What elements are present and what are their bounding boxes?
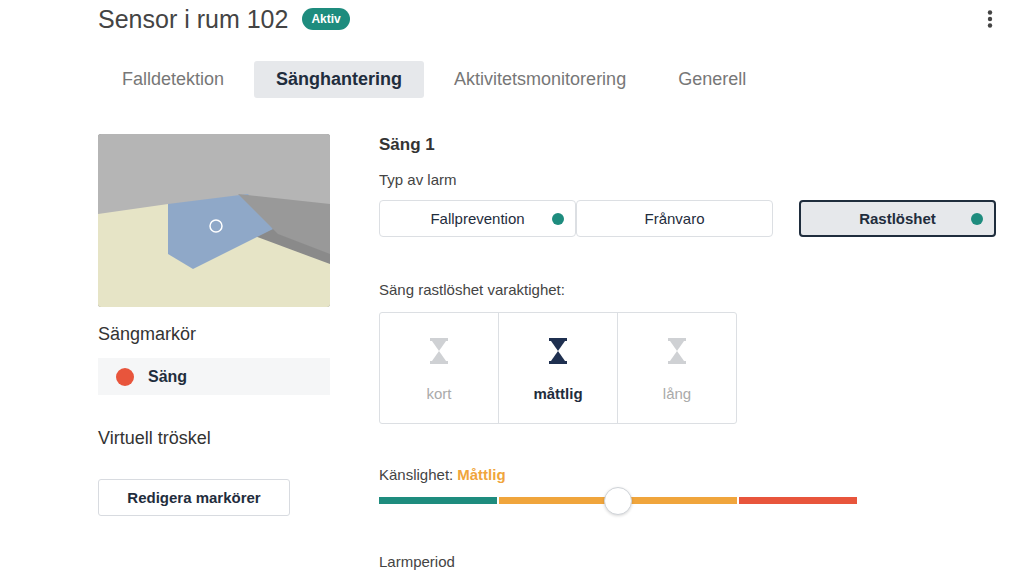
marker-dot: [116, 368, 134, 386]
bed-title: Säng 1: [379, 135, 1000, 155]
duration-options: kortmåttliglång: [379, 312, 737, 424]
enabled-dot: [552, 213, 564, 225]
bed-marker-item[interactable]: Säng: [98, 358, 330, 395]
track-segment: [739, 497, 857, 504]
track-segment: [619, 497, 737, 504]
hourglass-icon: [428, 337, 450, 365]
track-segment: [379, 497, 497, 504]
alarm-period-label: Larmperiod: [379, 553, 1000, 570]
tab[interactable]: Aktivitetsmonitorering: [432, 61, 648, 98]
bed-marker-title: Sängmarkör: [98, 324, 330, 345]
threshold-title: Virtuell tröskel: [98, 428, 330, 449]
sensor-settings-page: Sensor i rum 102 Aktiv FalldetektionSängha…: [0, 0, 1024, 579]
right-column: Säng 1 Typ av larm FallpreventionFrånvaro R…: [379, 134, 1024, 570]
left-column: Sängmarkör Säng Virtuell tröskel Redigera m…: [98, 134, 330, 570]
duration-option[interactable]: lång: [617, 313, 736, 423]
alarm-type-button[interactable]: Fallprevention: [379, 200, 576, 237]
status-badge: Aktiv: [302, 8, 349, 30]
tab[interactable]: Falldetektion: [100, 61, 246, 98]
tab[interactable]: Sänghantering: [254, 61, 424, 98]
hourglass-icon: [547, 337, 569, 365]
alarm-types: FallpreventionFrånvaro Rastlöshet: [379, 200, 1000, 237]
sensitivity-value: Måttlig: [457, 466, 505, 483]
duration-label: Säng rastlöshet varaktighet:: [379, 281, 1000, 298]
tabs: FalldetektionSänghanteringAktivitetsmoni…: [100, 61, 1024, 98]
sensitivity-slider[interactable]: [379, 487, 857, 513]
hourglass-icon: [666, 337, 688, 365]
alarm-type-button[interactable]: Frånvaro: [576, 200, 773, 237]
camera-view: [98, 134, 330, 307]
edit-markers-button[interactable]: Redigera markörer: [98, 479, 290, 516]
sensitivity-label: Känslighet:Måttlig: [379, 466, 1000, 483]
slider-thumb[interactable]: [604, 487, 632, 515]
alarm-type-label: Typ av larm: [379, 171, 1000, 188]
duration-option[interactable]: kort: [380, 313, 498, 423]
track-segment: [499, 497, 617, 504]
page-title: Sensor i rum 102: [98, 5, 288, 34]
alarm-type-button[interactable]: Rastlöshet: [799, 200, 996, 237]
tab[interactable]: Generell: [656, 61, 768, 98]
header: Sensor i rum 102 Aktiv: [98, 2, 1024, 36]
content: Sängmarkör Säng Virtuell tröskel Redigera m…: [98, 134, 1024, 570]
enabled-dot: [971, 213, 983, 225]
more-menu-icon[interactable]: [980, 9, 1000, 29]
duration-option[interactable]: måttlig: [498, 313, 617, 423]
